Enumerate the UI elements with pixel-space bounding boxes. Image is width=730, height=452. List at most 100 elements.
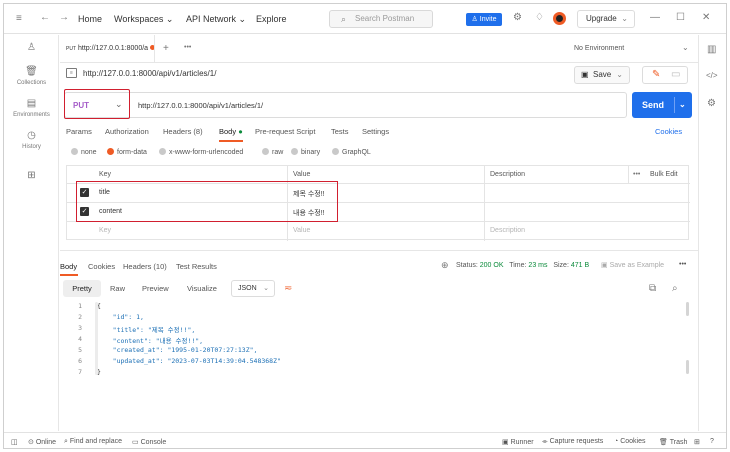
back-arrow-icon[interactable]: ←	[40, 13, 50, 23]
new-tab-plus-icon[interactable]: +	[163, 44, 169, 54]
layout-icon[interactable]: ⊞	[694, 438, 700, 446]
console-icon: ▭	[132, 439, 139, 446]
sidebar-item-history[interactable]: ◷ History	[4, 131, 59, 151]
top-bar: ≡ ← → Home Workspaces ⌄ API Network ⌄ Ex…	[4, 4, 726, 34]
response-body-viewer[interactable]: 1 { 2 "id": 1, 3 "title": "제목 수정!!", 4 "…	[60, 300, 690, 430]
response-tab-test-results[interactable]: Test Results	[176, 262, 217, 271]
edit-pencil-icon[interactable]: ✎	[652, 70, 660, 80]
console-button[interactable]: ▭ Console	[132, 438, 166, 446]
info-gear-icon[interactable]: ⚙	[707, 99, 716, 109]
response-tab-cookies[interactable]: Cookies	[88, 262, 115, 271]
highlight-box	[76, 181, 338, 222]
explore-link[interactable]: Explore	[256, 14, 287, 24]
left-sidebar: ♙ 🗑 Collections ▤ Environments ◷ History…	[4, 35, 59, 431]
bell-icon[interactable]: ♢	[535, 13, 544, 23]
url-input[interactable]: http://127.0.0.1:8000/api/v1/articles/1/	[138, 101, 263, 110]
value-placeholder[interactable]: Value	[293, 227, 310, 234]
menu-icon[interactable]: ≡	[16, 14, 22, 24]
help-icon[interactable]: ?	[710, 438, 714, 445]
wrap-lines-icon[interactable]: ≂	[284, 284, 292, 294]
radio-graphql[interactable]: GraphQL	[332, 148, 371, 156]
response-tab-headers[interactable]: Headers (10)	[123, 262, 167, 271]
response-tab-body[interactable]: Body	[60, 262, 77, 271]
response-size: 471 B	[570, 262, 590, 269]
radio-binary[interactable]: binary	[291, 148, 320, 156]
trash-button[interactable]: 🗑 Trash	[659, 438, 687, 446]
invite-button[interactable]: ♙ Invite	[466, 13, 502, 26]
radio-none[interactable]: none	[71, 148, 97, 156]
tab-authorization[interactable]: Authorization	[105, 127, 149, 136]
method-selector[interactable]: PUT ⌄	[64, 89, 130, 119]
scrollbar-thumb[interactable]	[686, 302, 689, 316]
settings-gear-icon[interactable]: ⚙	[513, 13, 522, 23]
environment-icon: ▤	[26, 98, 37, 109]
environment-selector[interactable]: No Environment	[574, 45, 624, 52]
request-tab[interactable]: PUT http://127.0.0.1:8000/a	[60, 35, 155, 63]
documentation-icon[interactable]: ▥	[707, 45, 716, 55]
close-icon[interactable]: ✕	[702, 13, 710, 23]
sidebar-item-collections[interactable]: 🗑 Collections	[4, 66, 59, 87]
scrollbar-thumb[interactable]	[686, 360, 689, 374]
http-request-icon: ≡	[66, 68, 77, 78]
chevron-down-icon[interactable]: ⌄	[682, 44, 689, 52]
comments-icon[interactable]: ▭	[671, 70, 680, 80]
tab-headers[interactable]: Headers (8)	[163, 127, 203, 136]
pane-divider[interactable]	[60, 250, 698, 251]
radio-x-www-form-urlencoded[interactable]: x-www-form-urlencoded	[159, 148, 243, 156]
code-icon[interactable]: </>	[706, 72, 718, 80]
copy-icon[interactable]: ⧉	[649, 284, 656, 294]
send-button[interactable]: Send ⌄	[632, 92, 692, 118]
format-visualize[interactable]: Visualize	[187, 284, 217, 293]
code-line: "created_at": "1995-01-20T07:27:13Z",	[97, 346, 258, 354]
tab-pre-request-script[interactable]: Pre-request Script	[255, 127, 315, 136]
upgrade-button[interactable]: Upgrade ⌄	[577, 10, 635, 28]
find-replace-button[interactable]: ⌕ Find and replace	[64, 438, 122, 446]
forward-arrow-icon[interactable]: →	[59, 13, 69, 23]
tab-body[interactable]: Body ●	[219, 127, 243, 142]
search-bar[interactable]: ⌕ Search Postman	[329, 10, 433, 28]
right-rail: ▥ </> ⚙	[698, 35, 726, 431]
minimize-icon[interactable]: —	[650, 13, 660, 23]
description-placeholder[interactable]: Description	[490, 227, 525, 234]
chevron-down-icon: ⌄	[621, 14, 628, 23]
format-pretty[interactable]: Pretty	[63, 280, 101, 297]
status-code: 200 OK	[479, 262, 504, 269]
sidebar-item-configure[interactable]: ⊞	[4, 171, 59, 184]
home-link[interactable]: Home	[78, 14, 102, 24]
radio-raw[interactable]: raw	[262, 148, 283, 156]
runner-button[interactable]: ▣ Runner	[502, 438, 534, 446]
search-icon: ⌕	[64, 438, 68, 445]
api-network-menu[interactable]: API Network ⌄	[186, 14, 246, 25]
online-status[interactable]: ⊙ Online	[28, 438, 56, 446]
sidebar-toggle-icon[interactable]: ◫	[11, 438, 18, 446]
cookies-button[interactable]: ◔ Cookies	[614, 438, 645, 445]
key-placeholder[interactable]: Key	[99, 227, 111, 234]
workspaces-menu[interactable]: Workspaces ⌄	[114, 14, 173, 25]
tab-params[interactable]: Params	[66, 127, 92, 136]
sidebar-item-environments[interactable]: ▤ Environments	[4, 98, 59, 119]
search-icon[interactable]: ⌕	[672, 284, 678, 294]
bulk-edit-button[interactable]: Bulk Edit	[650, 171, 678, 178]
cookies-link[interactable]: Cookies	[655, 127, 682, 136]
language-select[interactable]: JSON ⌄	[231, 280, 275, 297]
radio-form-data[interactable]: form-data	[107, 148, 147, 156]
capture-requests-button[interactable]: ⌯ Capture requests	[542, 438, 603, 446]
more-options-icon[interactable]: •••	[633, 171, 640, 178]
sidebar-item-account[interactable]: ♙	[4, 43, 59, 56]
avatar[interactable]	[553, 12, 566, 25]
tab-tests[interactable]: Tests	[331, 127, 349, 136]
chevron-down-icon: ⌄	[616, 70, 623, 79]
more-tabs-icon[interactable]: •••	[184, 44, 191, 51]
status-info: Status: 200 OK Time: 23 ms Size: 471 B	[456, 262, 590, 269]
save-as-example-button[interactable]: ▣ Save as Example	[601, 261, 664, 269]
tab-settings[interactable]: Settings	[362, 127, 389, 136]
chevron-down-icon: ⌄	[679, 100, 686, 109]
format-preview[interactable]: Preview	[142, 284, 169, 293]
save-button[interactable]: ▣ Save ⌄	[574, 66, 630, 84]
maximize-icon[interactable]: ☐	[676, 13, 685, 23]
format-raw[interactable]: Raw	[110, 284, 125, 293]
request-breadcrumb: http://127.0.0.1:8000/api/v1/articles/1/	[83, 69, 217, 78]
trash-can-icon: 🗑	[25, 66, 38, 77]
more-options-icon[interactable]: •••	[679, 261, 686, 268]
runner-icon: ▣	[502, 439, 509, 446]
